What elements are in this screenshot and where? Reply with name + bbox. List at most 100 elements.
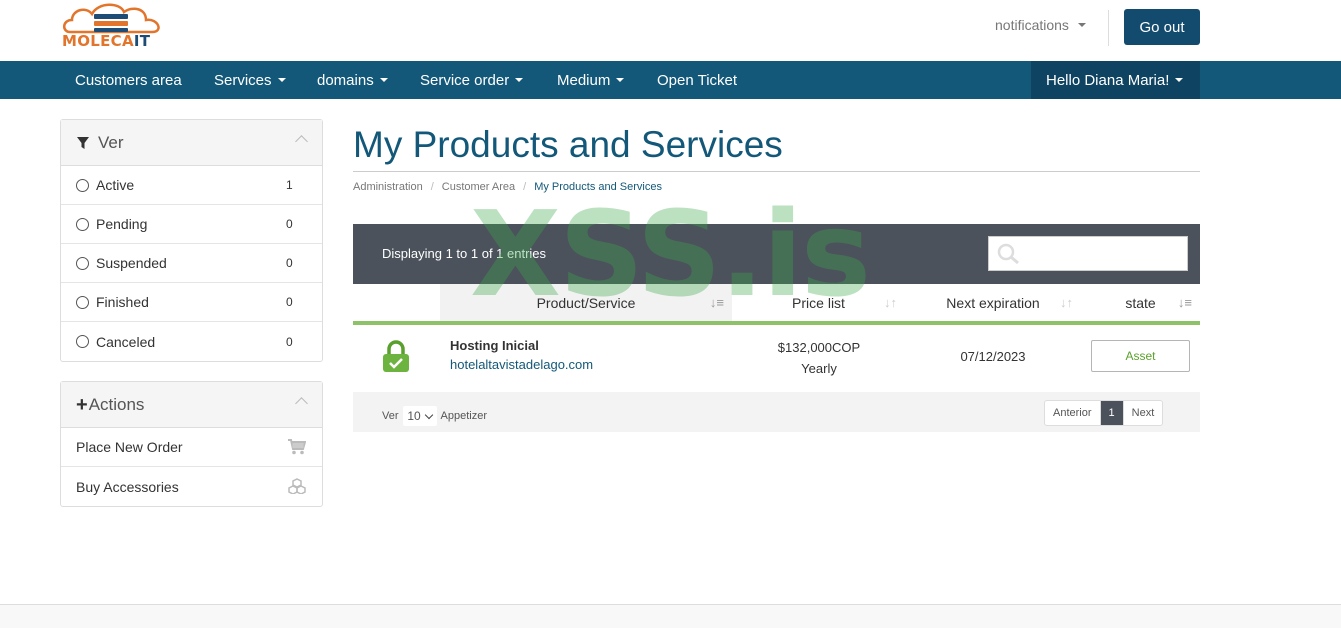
caret-down-icon xyxy=(379,78,388,82)
breadcrumb-customer-area[interactable]: Customer Area xyxy=(442,181,515,193)
sort-icon: ↓↑ xyxy=(884,295,897,310)
filter-label: Pending xyxy=(96,216,148,232)
filter-suspended[interactable]: Suspended 0 xyxy=(61,244,322,283)
page-1-button[interactable]: 1 xyxy=(1100,401,1124,425)
table-search-input[interactable] xyxy=(988,236,1188,271)
product-name: Hosting Inicial xyxy=(450,338,539,353)
filter-icon xyxy=(77,136,89,149)
logout-button[interactable]: Go out xyxy=(1124,9,1200,45)
radio-icon[interactable] xyxy=(76,295,89,309)
page-size-select[interactable]: 10 xyxy=(402,406,437,426)
column-label: Price list xyxy=(792,295,845,311)
page-title: My Products and Services xyxy=(353,124,783,165)
table-row[interactable]: Hosting Inicial hotelaltavistadelago.com… xyxy=(353,325,1200,392)
caret-down-icon xyxy=(1175,78,1184,82)
page-size-value: 10 xyxy=(407,409,421,423)
breadcrumb-current: My Products and Services xyxy=(534,181,662,193)
filter-label: Suspended xyxy=(96,255,167,271)
filter-count: 0 xyxy=(286,295,293,309)
page-footer xyxy=(0,604,1341,628)
filter-count: 0 xyxy=(286,256,293,270)
nav-domains[interactable]: domains xyxy=(317,61,388,99)
prev-page-button[interactable]: Anterior xyxy=(1045,401,1101,425)
column-label: Next expiration xyxy=(946,295,1040,311)
column-state[interactable]: state ↓≡ xyxy=(1081,284,1200,322)
column-label: state xyxy=(1125,295,1156,311)
column-next-expiration[interactable]: Next expiration ↓↑ xyxy=(905,284,1081,322)
radio-icon[interactable] xyxy=(76,178,89,192)
breadcrumb: Administration / Customer Area / My Produc… xyxy=(353,181,662,193)
caret-down-icon xyxy=(616,78,625,82)
cloud-server-icon xyxy=(63,3,160,34)
entries-label: Appetizer xyxy=(440,410,487,422)
filter-label: Finished xyxy=(96,294,149,310)
column-label: Product/Service xyxy=(536,295,636,311)
filter-panel: Ver Active 1 Pending 0 Suspended 0 Finished… xyxy=(60,119,323,362)
caret-down-icon xyxy=(1077,23,1086,27)
radio-icon[interactable] xyxy=(76,217,89,231)
action-label: Place New Order xyxy=(76,439,183,455)
cubes-icon xyxy=(288,478,306,494)
divider xyxy=(1108,10,1109,46)
table-info: Displaying 1 to 1 of 1 entries xyxy=(382,246,547,261)
plus-icon: + xyxy=(76,393,88,416)
logo-text: MOLECAIT xyxy=(62,32,151,50)
radio-icon[interactable] xyxy=(76,256,89,270)
sort-icon: ↓↑ xyxy=(1060,295,1073,310)
nav-medium[interactable]: Medium xyxy=(557,61,625,99)
search-field[interactable] xyxy=(1025,241,1180,266)
show-label: Ver xyxy=(382,410,399,422)
radio-icon[interactable] xyxy=(76,335,89,348)
price-amount: $132,000COP xyxy=(777,340,861,355)
filter-finished[interactable]: Finished 0 xyxy=(61,283,322,322)
product-domain[interactable]: hotelaltavistadelago.com xyxy=(450,357,593,372)
user-menu[interactable]: Hello Diana Maria! xyxy=(1031,61,1200,99)
filter-label: Active xyxy=(96,177,135,193)
caret-down-icon xyxy=(515,78,524,82)
filter-active[interactable]: Active 1 xyxy=(61,166,322,205)
notifications-dropdown[interactable]: notifications xyxy=(995,17,1086,33)
nav-service-order[interactable]: Service order xyxy=(420,61,524,99)
pagination: Anterior 1 Next xyxy=(1044,400,1164,426)
next-page-button[interactable]: Next xyxy=(1124,401,1163,425)
chevron-down-icon xyxy=(424,410,433,419)
nav-services[interactable]: Services xyxy=(214,61,286,99)
chevron-up-icon[interactable] xyxy=(295,397,308,410)
buy-accessories-link[interactable]: Buy Accessories xyxy=(61,467,322,506)
breadcrumb-separator: / xyxy=(430,181,434,193)
cart-icon xyxy=(288,439,306,455)
filter-count: 0 xyxy=(286,334,293,349)
status-badge[interactable]: Asset xyxy=(1091,340,1190,372)
sort-desc-icon: ↓≡ xyxy=(709,295,724,310)
notifications-label: notifications xyxy=(995,17,1069,33)
product-price: $132,000COP Yearly xyxy=(753,337,885,379)
sort-desc-icon: ↓≡ xyxy=(1177,295,1192,310)
column-product-service[interactable]: Product/Service ↓≡ xyxy=(440,284,732,322)
molecait-logo[interactable]: MOLECAIT xyxy=(60,2,172,54)
nav-open-ticket[interactable]: Open Ticket xyxy=(657,61,737,99)
actions-title: Actions xyxy=(88,394,145,414)
filter-count: 0 xyxy=(286,217,293,231)
filter-panel-header[interactable]: Ver xyxy=(61,120,322,166)
filter-count: 1 xyxy=(286,178,293,192)
page-size-control: Ver 10 Appetizer xyxy=(382,406,487,426)
table-header: Product/Service ↓≡ Price list ↓↑ Next expi… xyxy=(353,284,1200,325)
chevron-up-icon[interactable] xyxy=(295,135,308,148)
breadcrumb-separator: / xyxy=(523,181,527,193)
table-footer: Ver 10 Appetizer Anterior 1 Next xyxy=(353,392,1200,432)
place-new-order-link[interactable]: Place New Order xyxy=(61,428,322,467)
column-price-list[interactable]: Price list ↓↑ xyxy=(732,284,905,322)
filter-canceled[interactable]: Canceled 0 xyxy=(61,322,322,361)
actions-panel: + Actions Place New Order Buy Accessorie… xyxy=(60,381,323,507)
filter-label: Canceled xyxy=(96,333,156,350)
nav-customers-area[interactable]: Customers area xyxy=(75,61,182,99)
billing-cycle: Yearly xyxy=(801,361,837,376)
filter-pending[interactable]: Pending 0 xyxy=(61,205,322,244)
top-header: MOLECAIT notifications Go out xyxy=(0,0,1341,61)
filter-title: Ver xyxy=(98,132,124,152)
caret-down-icon xyxy=(277,78,286,82)
expiration-date: 07/12/2023 xyxy=(960,349,1026,364)
lock-icon xyxy=(383,340,409,372)
breadcrumb-administration[interactable]: Administration xyxy=(353,181,423,193)
actions-panel-header[interactable]: + Actions xyxy=(61,382,322,428)
